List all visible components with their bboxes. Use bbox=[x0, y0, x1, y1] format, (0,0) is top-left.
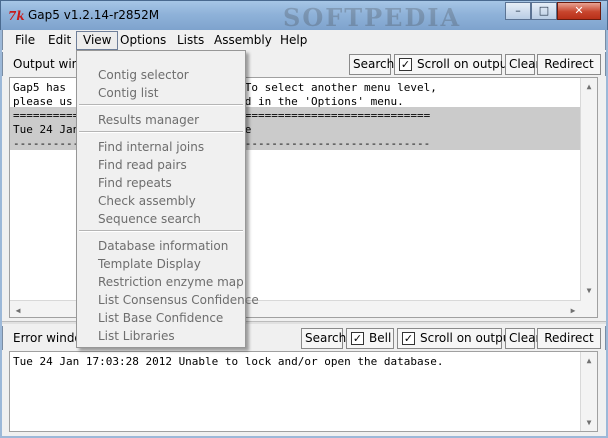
watermark: SOFTPEDIA bbox=[283, 3, 462, 32]
menu-separator bbox=[79, 230, 243, 232]
menu-item-list-libraries[interactable]: List Libraries bbox=[98, 327, 175, 345]
window-title: Gap5 v1.2.14-r2852M bbox=[28, 8, 160, 22]
error-text-area[interactable]: Tue 24 Jan 17:03:28 2012 Unable to lock … bbox=[9, 351, 598, 432]
menu-separator bbox=[79, 104, 243, 106]
menu-item-find-repeats[interactable]: Find repeats bbox=[98, 174, 172, 192]
menu-item-list-base-confidence[interactable]: List Base Confidence bbox=[98, 309, 223, 327]
menu-item-database-information[interactable]: Database information bbox=[98, 237, 228, 255]
error-scroll-checkbox[interactable]: ✓ bbox=[402, 332, 415, 345]
error-bell-checkbox[interactable]: ✓ bbox=[351, 332, 364, 345]
menu-item-contig-selector[interactable]: Contig selector bbox=[98, 66, 189, 84]
menu-item-results-manager[interactable]: Results manager bbox=[98, 111, 199, 129]
menu-lists[interactable]: Lists bbox=[171, 31, 210, 50]
output-redirect-button[interactable]: Redirect >> bbox=[537, 54, 601, 90]
menu-assembly[interactable]: Assembly bbox=[208, 31, 278, 50]
menu-bar: File Edit View Options Lists Assembly He… bbox=[2, 30, 606, 50]
menu-help[interactable]: Help bbox=[274, 31, 313, 50]
menu-item-sequence-search[interactable]: Sequence search bbox=[98, 210, 201, 228]
output-clear-button[interactable]: Clear bbox=[505, 54, 540, 75]
menu-view[interactable]: View bbox=[76, 31, 119, 50]
error-bell-toggle[interactable]: ✓ Bell bbox=[346, 328, 394, 349]
error-redirect-button[interactable]: Redirect >> bbox=[537, 328, 601, 364]
window-controls: – □ ✕ bbox=[505, 2, 601, 22]
scroll-right-icon[interactable]: ▶ bbox=[565, 304, 581, 317]
scroll-left-icon[interactable]: ◀ bbox=[10, 304, 26, 317]
error-scroll-label: Scroll on output bbox=[420, 331, 516, 345]
error-bell-label: Bell bbox=[369, 331, 392, 345]
error-clear-button[interactable]: Clear bbox=[505, 328, 540, 349]
output-scroll-label: Scroll on output bbox=[417, 57, 513, 71]
error-scroll-toggle[interactable]: ✓ Scroll on output bbox=[397, 328, 515, 349]
menu-options[interactable]: Options bbox=[114, 31, 172, 50]
output-vertical-scrollbar[interactable]: ▲ ▼ bbox=[580, 78, 597, 317]
menu-item-contig-list[interactable]: Contig list bbox=[98, 84, 158, 102]
menu-item-find-internal-joins[interactable]: Find internal joins bbox=[98, 138, 204, 156]
error-search-button[interactable]: Search bbox=[301, 328, 346, 349]
view-menu-dropdown: Contig selector Contig list Results mana… bbox=[76, 50, 259, 348]
menu-separator bbox=[79, 131, 243, 133]
menu-item-template-display[interactable]: Template Display bbox=[98, 255, 201, 273]
maximize-button[interactable]: □ bbox=[531, 2, 557, 20]
output-scroll-toggle[interactable]: ✓ Scroll on output bbox=[394, 54, 512, 75]
close-button[interactable]: ✕ bbox=[557, 2, 601, 20]
scroll-down-icon[interactable]: ▼ bbox=[581, 284, 597, 297]
tk-feather-icon: 7k bbox=[8, 9, 25, 23]
menu-item-check-assembly[interactable]: Check assembly bbox=[98, 192, 196, 210]
title-bar[interactable]: 7k Gap5 v1.2.14-r2852M SOFTPEDIA – □ ✕ bbox=[0, 0, 608, 32]
menu-edit[interactable]: Edit bbox=[42, 31, 77, 50]
menu-item-restriction-enzyme-map[interactable]: Restriction enzyme map bbox=[98, 273, 244, 291]
window-frame-left bbox=[0, 30, 2, 438]
error-vertical-scrollbar[interactable]: ▲ ▼ bbox=[580, 352, 597, 431]
scroll-up-icon[interactable]: ▲ bbox=[581, 80, 597, 93]
output-scroll-checkbox[interactable]: ✓ bbox=[399, 58, 412, 71]
menu-item-list-consensus-confidence[interactable]: List Consensus Confidence bbox=[98, 291, 259, 309]
output-search-button[interactable]: Search bbox=[349, 54, 394, 75]
scroll-down-icon[interactable]: ▼ bbox=[581, 416, 597, 429]
menu-item-find-read-pairs[interactable]: Find read pairs bbox=[98, 156, 187, 174]
minimize-button[interactable]: – bbox=[505, 2, 531, 20]
error-line: Tue 24 Jan 17:03:28 2012 Unable to lock … bbox=[13, 355, 444, 368]
menu-file[interactable]: File bbox=[9, 31, 41, 50]
scroll-up-icon[interactable]: ▲ bbox=[581, 354, 597, 367]
